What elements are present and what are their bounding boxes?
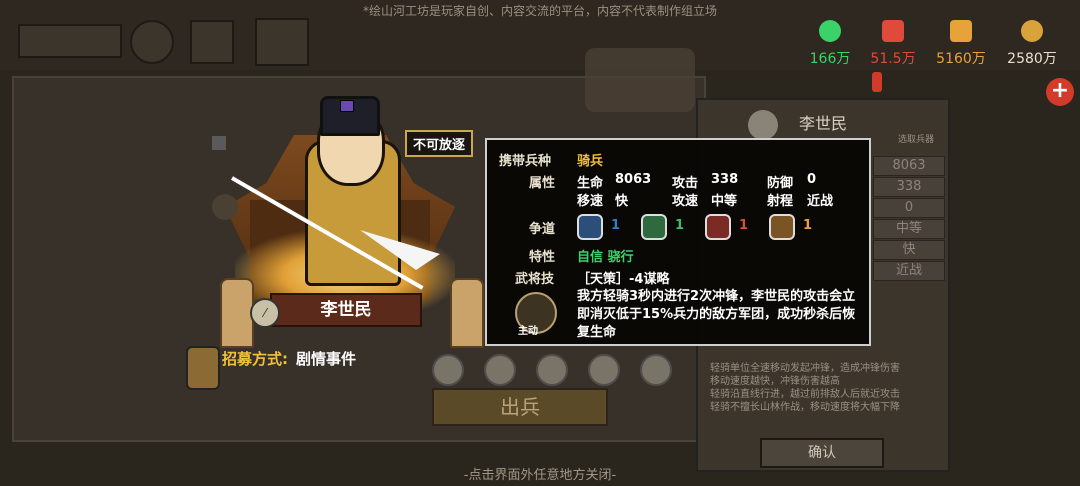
dao-value: 1 <box>675 218 685 233</box>
faction-icon: ⁄ <box>250 298 280 328</box>
skill-slot-icon[interactable] <box>640 354 672 386</box>
dim-emblem-icon[interactable] <box>130 20 174 64</box>
skill-slot-icon[interactable] <box>536 354 568 386</box>
stat-cell: 近战 <box>873 261 945 281</box>
stat-cell: 快 <box>873 240 945 260</box>
range-label: 射程 <box>767 194 794 209</box>
stat-cell: 8063 <box>873 156 945 176</box>
hero-name: 李世民 <box>270 293 422 327</box>
dao-value: 1 <box>611 218 621 233</box>
skill-description: 我方轻骑3秒内进行2次冲锋，李世民的攻击会立即消灭低于15%兵力的敌方军团，成功… <box>577 289 856 340</box>
resource-value: 5160万 <box>936 51 986 67</box>
spd-label: 移速 <box>577 194 604 209</box>
recruit-label: 招募方式: <box>222 350 288 368</box>
resource-gold: 2580万 <box>997 20 1067 68</box>
deploy-button[interactable]: 出兵 <box>432 388 608 426</box>
skill-slot-icon[interactable] <box>432 354 464 386</box>
dao-value: 1 <box>803 218 813 233</box>
resource-troops: 166万 <box>795 20 865 68</box>
dim-menu-button[interactable] <box>18 24 122 58</box>
add-resource-button[interactable]: + <box>1046 78 1074 106</box>
attr-label: 属性 <box>529 176 556 191</box>
select-weapon-label[interactable]: 选取兵器 <box>898 132 934 145</box>
dim-avatar-icon <box>212 194 238 220</box>
dim-gate-icon[interactable] <box>255 18 309 66</box>
lion-statue-left <box>220 278 254 348</box>
dim-soldiers-image <box>585 48 695 112</box>
troop-label: 携带兵种 <box>499 154 552 169</box>
dim-scroll-icon[interactable] <box>190 20 234 64</box>
desc-line: 轻骑沿直线行进，越过前排敌人后就近攻击 <box>710 389 900 400</box>
resource-value: 51.5万 <box>870 51 916 67</box>
skill-type: 主动 <box>518 326 538 337</box>
lion-statue-right <box>450 278 484 348</box>
dao-value: 1 <box>739 218 749 233</box>
hp-label: 生命 <box>577 176 604 191</box>
troop-value: 骑兵 <box>577 154 604 169</box>
leaf-icon <box>641 214 667 240</box>
stat-cell: 338 <box>873 177 945 197</box>
alert-icon <box>872 72 882 92</box>
atkspd-label: 攻速 <box>672 194 699 209</box>
coin-icon <box>1021 20 1043 42</box>
skill-title: ［天策］-4谋略 <box>577 272 670 287</box>
atkspd-value: 中等 <box>711 194 738 209</box>
fire-icon <box>705 214 731 240</box>
hero-info-panel: 携带兵种 骑兵 属性 生命 8063 攻击 338 防御 0 移速 快 攻速 中… <box>485 138 871 346</box>
atk-value: 338 <box>711 172 739 187</box>
resource-value: 166万 <box>809 51 851 67</box>
desc-line: 移动速度越快，冲锋伤害越高 <box>710 376 840 387</box>
def-label: 防御 <box>767 176 794 191</box>
atk-label: 攻击 <box>672 176 699 191</box>
hourglass-icon <box>212 136 226 150</box>
range-value: 近战 <box>807 194 834 209</box>
skill-label: 武将技 <box>515 272 555 287</box>
unit-description: 轻骑单位全速移动发起冲锋，造成冲锋伤害 移动速度越快，冲锋伤害越高 轻骑沿直线行… <box>710 362 940 414</box>
recruit-avatar <box>186 346 220 390</box>
mountain-icon <box>769 214 795 240</box>
stat-cell: 0 <box>873 198 945 218</box>
recruit-info: 招募方式: 剧情事件 <box>222 348 356 369</box>
desc-line: 轻骑不擅长山林作战，移动速度将大幅下降 <box>710 402 900 413</box>
close-hint[interactable]: -点击界面外任意地方关闭- <box>0 464 1080 483</box>
trait-value: 自信 骁行 <box>577 250 634 265</box>
notice-text: *绘山河工坊是玩家自创、内容交流的平台，内容不代表制作组立场 <box>362 4 717 18</box>
unit-name: 李世民 <box>798 114 847 133</box>
stat-cell: 中等 <box>873 219 945 239</box>
soldier-icon <box>819 20 841 42</box>
spd-value: 快 <box>615 194 629 209</box>
skill-slot-icon[interactable] <box>588 354 620 386</box>
skill-slot-icon[interactable] <box>484 354 516 386</box>
def-value: 0 <box>807 172 817 187</box>
desc-line: 轻骑单位全速移动发起冲锋，造成冲锋伤害 <box>710 363 900 374</box>
dao-label: 争道 <box>529 222 556 237</box>
resource-tools: 51.5万 <box>858 20 928 68</box>
status-badge: 不可放逐 <box>405 130 474 157</box>
trait-label: 特性 <box>529 250 556 265</box>
recruit-value: 剧情事件 <box>296 350 357 368</box>
wheat-icon <box>950 20 972 42</box>
hp-value: 8063 <box>615 172 652 187</box>
pickaxe-icon <box>882 20 904 42</box>
resource-value: 2580万 <box>1007 51 1057 67</box>
resource-food: 5160万 <box>926 20 996 68</box>
hat-gem-icon <box>340 100 354 112</box>
water-icon <box>577 214 603 240</box>
